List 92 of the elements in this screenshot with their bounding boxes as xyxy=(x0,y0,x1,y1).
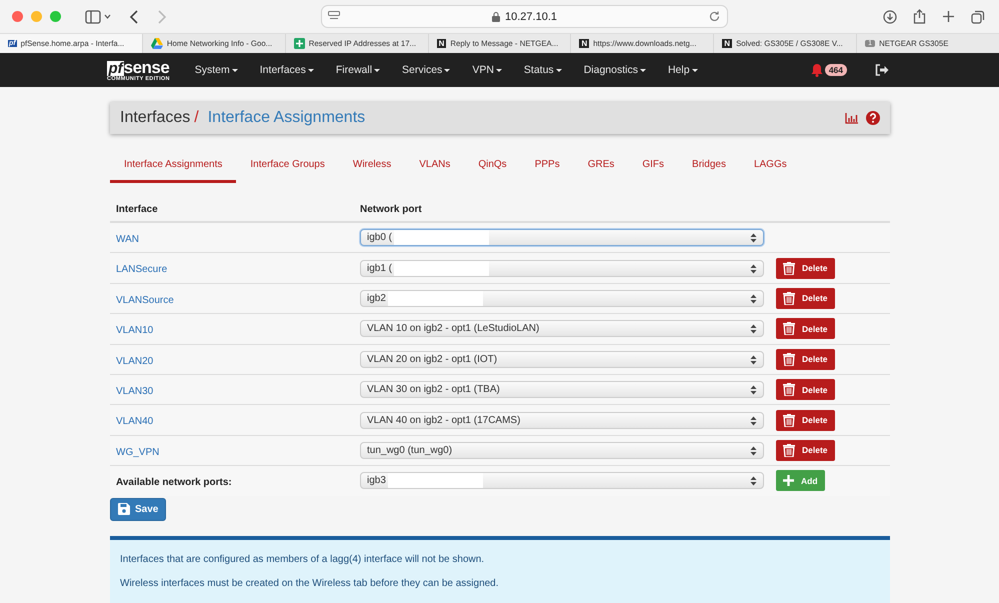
nav-menu[interactable]: Firewall xyxy=(336,64,380,76)
bell-icon[interactable] xyxy=(810,63,823,77)
back-icon[interactable] xyxy=(129,10,139,24)
chart-icon[interactable] xyxy=(845,112,858,124)
tab[interactable]: PPPs xyxy=(520,151,574,183)
nav-menu[interactable]: Services xyxy=(402,64,450,76)
tab[interactable]: LAGGs xyxy=(740,151,801,183)
trash-icon xyxy=(783,444,795,457)
trash-icon xyxy=(783,292,795,305)
favicon-icon: N xyxy=(722,39,732,48)
trash-icon xyxy=(783,352,795,366)
breadcrumb-separator: / xyxy=(194,109,199,127)
port-select[interactable]: igb2 xyxy=(360,290,764,307)
sheet-icon xyxy=(294,38,305,49)
tab[interactable]: QinQs xyxy=(464,151,521,183)
help-icon[interactable] xyxy=(866,111,880,125)
trash-icon xyxy=(783,414,795,427)
tab[interactable]: GREs xyxy=(574,151,628,183)
new-tab-icon[interactable] xyxy=(942,10,955,23)
favicon-icon: N xyxy=(579,39,590,48)
url-text: 10.27.10.1 xyxy=(505,10,557,22)
nav-menu[interactable]: System xyxy=(194,64,238,76)
drive-icon xyxy=(150,38,163,49)
delete-button[interactable]: Delete xyxy=(776,379,835,400)
port-select[interactable]: VLAN 10 on igb2 - opt1 (LeStudioLAN) xyxy=(360,320,764,338)
zoom-dot[interactable] xyxy=(50,11,61,22)
save-button[interactable]: Save xyxy=(110,498,166,521)
address-bar[interactable]: 10.27.10.1 xyxy=(321,5,728,28)
updown-icon xyxy=(750,264,757,274)
interface-link[interactable]: VLANSource xyxy=(116,294,174,306)
updown-icon xyxy=(750,324,757,334)
lock-icon xyxy=(492,12,500,22)
updown-icon xyxy=(750,476,757,486)
notification-count[interactable]: 464 xyxy=(824,64,847,76)
info-text: Wireless interfaces must be created on the Wireless tab before they can be assigned. xyxy=(120,578,500,589)
updown-icon xyxy=(750,294,757,304)
row-label: Available network ports: xyxy=(116,476,232,488)
nav-menu[interactable]: Help xyxy=(668,64,698,76)
plus-icon xyxy=(783,475,794,486)
tab[interactable]: GIFs xyxy=(628,151,678,183)
close-dot[interactable] xyxy=(12,11,23,22)
sidebar-icon[interactable] xyxy=(85,10,111,24)
interface-link[interactable]: VLAN30 xyxy=(116,386,154,397)
delete-button[interactable]: Delete xyxy=(776,440,835,461)
reload-icon[interactable] xyxy=(709,11,720,22)
port-select[interactable]: igb1 ( xyxy=(360,260,764,277)
info-text: Interfaces that are configured as members of a lagg(4) interface will not be shown. xyxy=(120,554,486,565)
port-select[interactable]: igb3 xyxy=(360,472,764,490)
tab[interactable]: Interface Groups xyxy=(236,151,339,183)
column-header: Network port xyxy=(360,204,423,215)
updown-icon xyxy=(750,385,757,396)
interface-link[interactable]: VLAN20 xyxy=(116,356,154,367)
download-icon[interactable] xyxy=(883,10,897,24)
updown-icon xyxy=(750,416,757,426)
updown-icon xyxy=(750,446,757,456)
delete-button[interactable]: Delete xyxy=(776,258,835,279)
delete-button[interactable]: Delete xyxy=(776,288,835,309)
page-menu-icon[interactable] xyxy=(328,11,340,21)
tab[interactable]: Bridges xyxy=(678,151,740,183)
delete-button[interactable]: Delete xyxy=(776,410,835,431)
delete-button[interactable]: Delete xyxy=(776,348,835,370)
interface-link[interactable]: LANSecure xyxy=(116,264,168,276)
updown-icon xyxy=(750,354,757,365)
interface-link[interactable]: VLAN40 xyxy=(116,416,154,428)
nav-menu[interactable]: VPN xyxy=(472,64,502,76)
tab[interactable]: VLANs xyxy=(405,151,464,183)
favicon-icon: N xyxy=(436,39,446,48)
nav-menu[interactable]: Interfaces xyxy=(260,64,314,76)
port-select[interactable]: tun_wg0 (tun_wg0) xyxy=(360,442,764,459)
nav-menu[interactable]: Status xyxy=(524,64,562,76)
trash-icon xyxy=(783,322,795,336)
nav-menu[interactable]: Diagnostics xyxy=(584,64,646,76)
column-header: Interface xyxy=(115,204,159,215)
tab[interactable]: Interface Assignments xyxy=(110,151,236,183)
interface-link[interactable]: WG_VPN xyxy=(116,446,160,458)
interface-link[interactable]: VLAN10 xyxy=(116,325,154,336)
interface-link[interactable]: WAN xyxy=(116,234,139,245)
minimize-dot[interactable] xyxy=(31,11,42,22)
port-select[interactable]: VLAN 40 on igb2 - opt1 (17CAMS) xyxy=(360,412,764,429)
save-icon xyxy=(118,503,130,516)
breadcrumb-parent[interactable]: Interfaces xyxy=(120,109,190,127)
tabs-overview-icon[interactable] xyxy=(971,10,985,24)
port-select[interactable]: igb0 ( xyxy=(360,229,764,246)
trash-icon xyxy=(783,383,795,396)
updown-icon xyxy=(750,233,757,244)
port-select[interactable]: VLAN 30 on igb2 - opt1 (TBA) xyxy=(360,381,764,398)
share-icon[interactable] xyxy=(913,9,926,24)
tab[interactable]: Wireless xyxy=(338,151,406,183)
logout-icon[interactable] xyxy=(875,64,889,76)
port-select[interactable]: VLAN 20 on igb2 - opt1 (IOT) xyxy=(360,350,764,368)
trash-icon xyxy=(783,262,795,275)
delete-button[interactable]: Delete xyxy=(776,318,835,340)
